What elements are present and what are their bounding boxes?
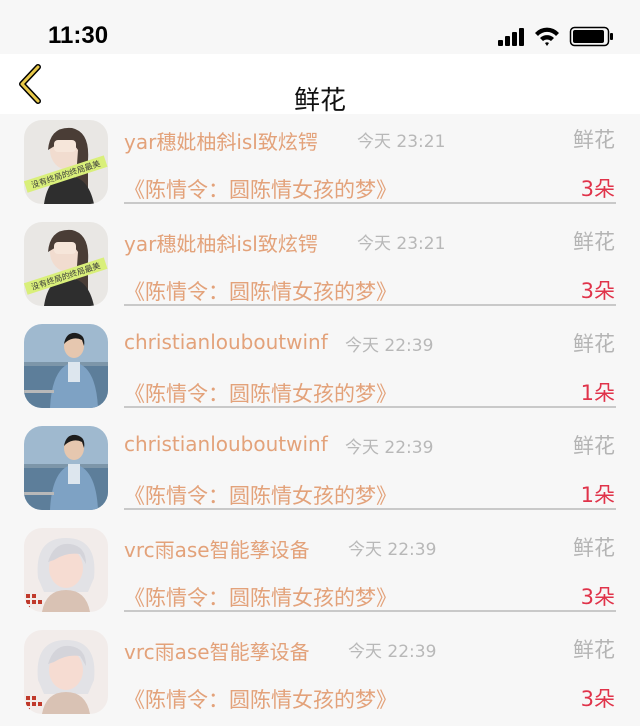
avatar[interactable] [24,528,108,612]
sender-name: vrc雨ase智能孳设备 [124,538,310,562]
send-time: 今天 23:21 [357,234,446,254]
status-bar: 11:30 [0,0,640,54]
gift-count: 3朵 [580,585,615,609]
gift-count: 3朵 [580,279,615,303]
gift-count: 1朵 [580,381,615,405]
gift-type: 鲜花 [573,536,615,560]
gift-type: 鲜花 [573,332,615,356]
drama-title[interactable]: 《陈情令：圆陈情女孩的梦》 [124,174,397,204]
send-time: 今天 22:39 [345,438,434,458]
drama-title[interactable]: 《陈情令：圆陈情女孩的梦》 [124,480,397,510]
list-item[interactable]: christianlouboutwinf 今天 22:39 鲜花 《陈情令：圆陈… [0,420,640,522]
avatar[interactable]: 没有终局的终局最美 [24,120,108,204]
avatar[interactable]: 没有终局的终局最美 [24,222,108,306]
list-item[interactable]: vrc雨ase智能孳设备 今天 22:39 鲜花 《陈情令：圆陈情女孩的梦》 3… [0,522,640,624]
avatar[interactable] [24,324,108,408]
sender-name: vrc雨ase智能孳设备 [124,640,310,664]
gift-type: 鲜花 [573,434,615,458]
send-time: 今天 22:39 [348,540,437,560]
list-item[interactable]: christianlouboutwinf 今天 22:39 鲜花 《陈情令：圆陈… [0,318,640,420]
avatar[interactable] [24,426,108,510]
cellular-signal-icon [498,28,524,46]
drama-title[interactable]: 《陈情令：圆陈情女孩的梦》 [124,378,397,408]
sender-name: yar穗妣柚斜isl致炫锷 [124,130,318,154]
list-item[interactable]: 没有终局的终局最美 yar穗妣柚斜isl致炫锷 今天 23:21 鲜花 《陈情令… [0,216,640,318]
divider [124,508,616,510]
divider [124,406,616,408]
status-time: 11:30 [48,22,109,49]
send-time: 今天 23:21 [357,132,446,152]
status-icons [498,26,616,47]
page-title: 鲜花 [293,86,346,116]
list-item[interactable]: vrc雨ase智能孳设备 今天 22:39 鲜花 《陈情令：圆陈情女孩的梦》 3… [0,624,640,726]
avatar[interactable] [24,630,108,714]
divider [124,304,616,306]
send-time: 今天 22:39 [345,336,434,356]
wifi-icon [535,27,559,46]
divider [124,610,616,612]
send-time: 今天 22:39 [348,642,437,662]
drama-title[interactable]: 《陈情令：圆陈情女孩的梦》 [124,684,397,714]
sender-name: yar穗妣柚斜isl致炫锷 [124,232,318,256]
sender-name: christianlouboutwinf [124,330,328,354]
gift-count: 3朵 [580,687,615,711]
divider [124,202,616,204]
drama-title[interactable]: 《陈情令：圆陈情女孩的梦》 [124,582,397,612]
gift-type: 鲜花 [573,230,615,254]
gift-list: 没有终局的终局最美 yar穗妣柚斜isl致炫锷 今天 23:21 鲜花 《陈情令… [0,114,640,726]
list-item[interactable]: 没有终局的终局最美 yar穗妣柚斜isl致炫锷 今天 23:21 鲜花 《陈情令… [0,114,640,216]
nav-bar: 鲜花 [0,54,640,116]
gift-count: 3朵 [580,177,615,201]
gift-count: 1朵 [580,483,615,507]
sender-name: christianlouboutwinf [124,432,328,456]
drama-title[interactable]: 《陈情令：圆陈情女孩的梦》 [124,276,397,306]
battery-icon [569,26,613,47]
gift-type: 鲜花 [573,638,615,662]
gift-type: 鲜花 [573,128,615,152]
